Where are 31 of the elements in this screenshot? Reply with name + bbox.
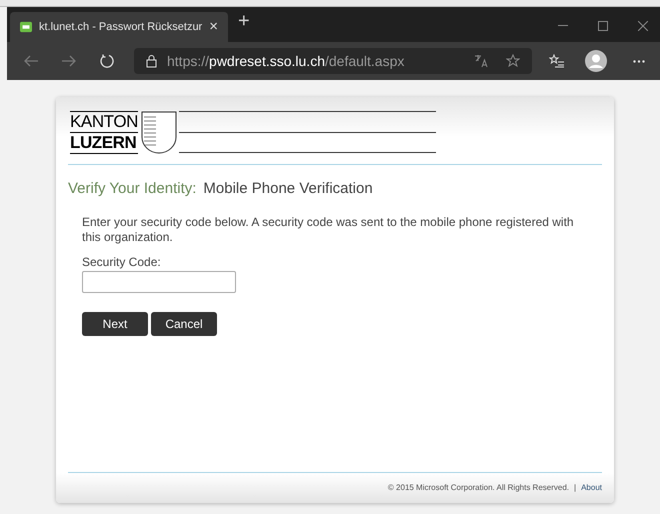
page-heading: Mobile Phone Verification (203, 179, 373, 199)
forward-icon[interactable] (62, 55, 76, 67)
logo-text: LUZERN (70, 133, 138, 153)
shield-icon (140, 111, 177, 154)
next-button[interactable]: Next (82, 312, 148, 336)
instructions-text: Enter your security code below. A security code was sent to the mobile phone registered with this organization. (82, 214, 575, 244)
cancel-button[interactable]: Cancel (151, 312, 217, 336)
browser-tab[interactable]: kt.lunet.ch - Passwort Rücksetzur × (10, 12, 228, 42)
favorite-star-icon[interactable] (506, 54, 520, 68)
tab-title: kt.lunet.ch - Passwort Rücksetzur (39, 20, 202, 35)
security-code-field[interactable] (82, 270, 236, 292)
address-bar[interactable]: https://pwdreset.sso.lu.ch/default.aspx (134, 48, 532, 74)
maximize-icon[interactable] (598, 21, 608, 31)
field-label: Security Code: (82, 254, 162, 270)
favorites-list-icon[interactable] (549, 54, 564, 68)
url-text: https://pwdreset.sso.lu.ch/default.aspx (167, 52, 406, 71)
new-tab-button[interactable]: + (238, 6, 250, 36)
copyright-text: © 2015 Microsoft Corporation. All Rights Reserved. (388, 482, 570, 494)
translate-icon[interactable] (474, 54, 488, 68)
back-icon[interactable] (24, 55, 38, 67)
close-tab-button[interactable]: × (209, 16, 218, 38)
refresh-icon[interactable] (100, 54, 114, 68)
site-favicon-icon (20, 21, 32, 33)
separator-text: | (574, 482, 576, 494)
logo-text: KANTON (70, 112, 138, 133)
more-options-icon[interactable] (633, 60, 645, 62)
profile-avatar-icon[interactable] (585, 50, 607, 72)
about-link[interactable]: About (581, 482, 602, 494)
close-window-icon[interactable] (638, 21, 648, 31)
heading-label: Verify Your Identity: (68, 179, 196, 199)
lock-icon (146, 54, 157, 68)
